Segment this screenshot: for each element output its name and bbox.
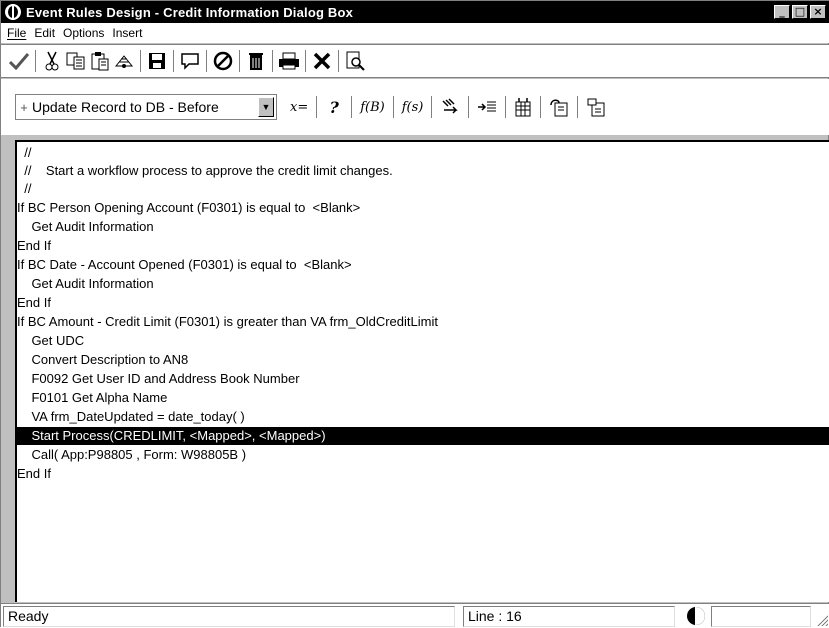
print-icon[interactable] xyxy=(277,49,301,73)
code-line-comment[interactable]: // xyxy=(17,144,829,162)
window-title: Event Rules Design - Credit Information … xyxy=(26,4,354,20)
code-line-statement[interactable]: F0092 Get User ID and Address Book Numbe… xyxy=(17,370,829,388)
code-line-statement[interactable]: Get Audit Information xyxy=(17,218,829,236)
close-icon[interactable] xyxy=(310,49,334,73)
code-line-statement[interactable]: F0101 Get Alpha Name xyxy=(17,389,829,407)
code-line-if[interactable]: If BC Amount - Credit Limit (F0301) is g… xyxy=(17,313,829,331)
toolbar-separator xyxy=(206,50,207,72)
line-indicator: Line : 16 xyxy=(463,606,675,627)
status-pane-empty xyxy=(711,606,811,627)
standard-toolbar xyxy=(1,44,829,78)
minimize-button[interactable]: _ xyxy=(774,5,790,19)
toolbar-separator xyxy=(577,96,579,118)
variables-icon[interactable] xyxy=(511,94,535,120)
chevron-down-icon[interactable]: ▼ xyxy=(258,97,274,117)
code-line-statement[interactable]: Get UDC xyxy=(17,332,829,350)
business-function-button[interactable]: f(B) xyxy=(357,94,388,120)
copy-icon[interactable] xyxy=(64,49,88,73)
code-line-comment[interactable]: // Start a workflow process to approve t… xyxy=(17,162,829,180)
toolbar-separator xyxy=(140,50,141,72)
toolbar-separator xyxy=(239,50,240,72)
event-select-value: Update Record to DB - Before xyxy=(32,99,219,115)
status-bar: Ready Line : 16 xyxy=(1,603,829,628)
toolbar-separator xyxy=(338,50,339,72)
title-bar[interactable]: Event Rules Design - Credit Information … xyxy=(1,1,829,23)
menu-file[interactable]: File xyxy=(5,26,32,40)
code-line-statement[interactable]: VA frm_DateUpdated = date_today( ) xyxy=(17,408,829,426)
if-while-button[interactable]: ? xyxy=(322,94,346,120)
cut-icon[interactable] xyxy=(40,49,64,73)
code-line-statement[interactable]: Convert Description to AN8 xyxy=(17,351,829,369)
toolbar-separator xyxy=(505,96,507,118)
maximize-button[interactable]: □ xyxy=(792,5,808,19)
comment-icon[interactable] xyxy=(178,49,202,73)
delete-icon[interactable] xyxy=(244,49,268,73)
code-line-selected[interactable]: Start Process(CREDLIMIT, <Mapped>, <Mapp… xyxy=(17,427,829,445)
code-line-comment[interactable]: // xyxy=(17,180,829,198)
toolbar-separator xyxy=(351,96,353,118)
toolbar-separator xyxy=(272,50,273,72)
assignment-button[interactable]: x= xyxy=(287,94,311,120)
resize-grip-icon[interactable] xyxy=(816,614,828,626)
code-line-if[interactable]: If BC Person Opening Account (F0301) is … xyxy=(17,199,829,217)
toolbar-separator xyxy=(468,96,470,118)
app-icon[interactable] xyxy=(5,4,21,20)
search-icon[interactable] xyxy=(343,49,367,73)
event-rules-toolbar: + Update Record to DB - Before ▼ x= ? f(… xyxy=(1,79,829,135)
menu-insert[interactable]: Insert xyxy=(110,26,148,40)
form-interconnect-icon[interactable] xyxy=(546,94,572,120)
toolbar-separator xyxy=(305,50,306,72)
close-button[interactable]: × xyxy=(810,5,826,19)
window-controls: _ □ × xyxy=(774,5,826,19)
code-line-statement[interactable]: Call( App:P98805 , Form: W98805B ) xyxy=(17,446,829,464)
check-icon[interactable] xyxy=(7,49,31,73)
toolbar-separator xyxy=(540,96,542,118)
save-icon[interactable] xyxy=(145,49,169,73)
globe-icon xyxy=(687,607,705,625)
code-line-end-if[interactable]: End If xyxy=(17,237,829,255)
code-line-statement[interactable]: Get Audit Information xyxy=(17,275,829,293)
toolbar-separator xyxy=(316,96,318,118)
system-function-button[interactable]: f(s) xyxy=(399,94,427,120)
table-io-icon[interactable] xyxy=(437,94,463,120)
paste-icon[interactable] xyxy=(88,49,112,73)
menu-options[interactable]: Options xyxy=(61,26,110,40)
expand-icon: + xyxy=(20,99,28,115)
code-line-end-if[interactable]: End If xyxy=(17,294,829,312)
toolbar-separator xyxy=(35,50,36,72)
menu-bar: File Edit Options Insert xyxy=(1,23,829,43)
cancel-icon[interactable] xyxy=(211,49,235,73)
event-rules-editor[interactable]: // // Start a workflow process to approv… xyxy=(15,140,829,602)
code-line-end-if[interactable]: End If xyxy=(17,465,829,483)
paste-special-icon[interactable] xyxy=(112,49,136,73)
toolbar-separator xyxy=(392,96,394,118)
toolbar-separator xyxy=(431,96,433,118)
event-rules-window: Event Rules Design - Credit Information … xyxy=(0,0,829,628)
report-interconnect-icon[interactable] xyxy=(583,94,609,120)
code-line-if[interactable]: If BC Date - Account Opened (F0301) is e… xyxy=(17,256,829,274)
insert-line-icon[interactable] xyxy=(474,94,500,120)
menu-edit[interactable]: Edit xyxy=(32,26,61,40)
toolbar-separator xyxy=(173,50,174,72)
status-text: Ready xyxy=(3,606,455,627)
event-select[interactable]: + Update Record to DB - Before ▼ xyxy=(15,94,277,120)
